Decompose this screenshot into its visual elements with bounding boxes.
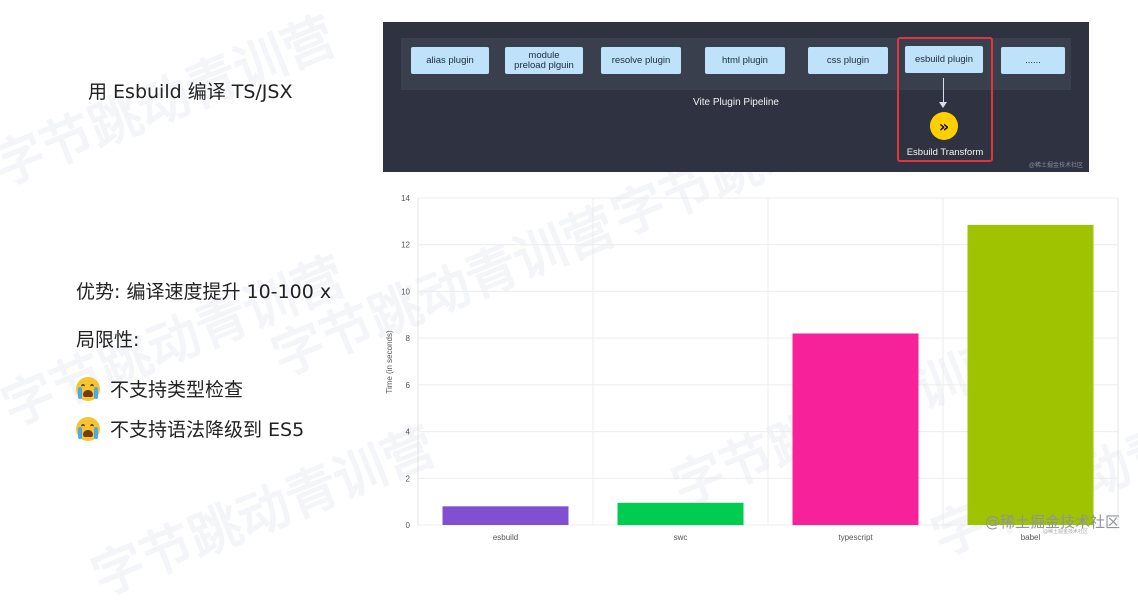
y-tick-label: 2: [406, 474, 411, 483]
limitation-text: 不支持类型检查: [110, 379, 244, 401]
plugin-alias: alias plugin: [411, 47, 489, 74]
plugin-resolve: resolve plugin: [601, 47, 681, 74]
plugin-more: ......: [1001, 47, 1065, 74]
limitations-label: 局限性:: [76, 329, 140, 351]
limitation-item: 不支持语法降级到 ES5: [76, 415, 304, 442]
limitation-item: 不支持类型检查: [76, 375, 243, 402]
site-watermark: @稀土掘金技术社区 @稀土掘金技术社区: [984, 513, 1120, 535]
advantage-text: 优势: 编译速度提升 10-100 x: [76, 281, 332, 303]
x-tick-label: typescript: [838, 533, 873, 542]
bar-swc: [617, 502, 744, 525]
esbuild-transform-label: Esbuild Transform: [906, 147, 984, 158]
slide-heading: 用 Esbuild 编译 TS/JSX: [88, 81, 293, 103]
y-tick-label: 6: [406, 381, 411, 390]
y-tick-label: 4: [406, 428, 411, 437]
pipeline-credit: @稀土掘金技术社区: [1028, 163, 1083, 169]
esbuild-logo-icon: »: [930, 112, 958, 140]
x-tick-label: swc: [674, 533, 688, 542]
benchmark-bar-chart: Time (in seconds) 0 2 4 6 8 10 12 14 esbuild swc t…: [385, 194, 1119, 542]
y-axis-label: Time (in seconds): [385, 330, 394, 394]
watermark: 字节跳动青训营: [0, 246, 355, 439]
vite-plugin-pipeline-diagram: alias plugin module preload plguin resol…: [383, 22, 1089, 172]
x-tick-label: esbuild: [493, 533, 518, 542]
arrow-down-icon: [943, 78, 944, 104]
y-tick-label: 0: [406, 521, 411, 530]
plugin-module-preload: module preload plguin: [505, 47, 583, 74]
x-tick-label: babel: [1021, 533, 1041, 542]
crying-face-icon: [76, 417, 100, 441]
y-tick-label: 8: [406, 334, 411, 343]
y-tick-label: 14: [401, 194, 410, 203]
plugin-html: html plugin: [705, 47, 785, 74]
arrow-head-icon: [939, 102, 947, 108]
bar-esbuild: [442, 506, 569, 525]
crying-face-icon: [76, 377, 100, 401]
y-tick-label: 12: [401, 241, 410, 250]
y-tick-label: 10: [401, 287, 410, 296]
bar-typescript: [792, 333, 919, 525]
bar-babel: [967, 224, 1094, 525]
plugin-css: css plugin: [808, 47, 888, 74]
highlight-box: [897, 37, 993, 162]
limitation-text: 不支持语法降级到 ES5: [110, 419, 305, 441]
